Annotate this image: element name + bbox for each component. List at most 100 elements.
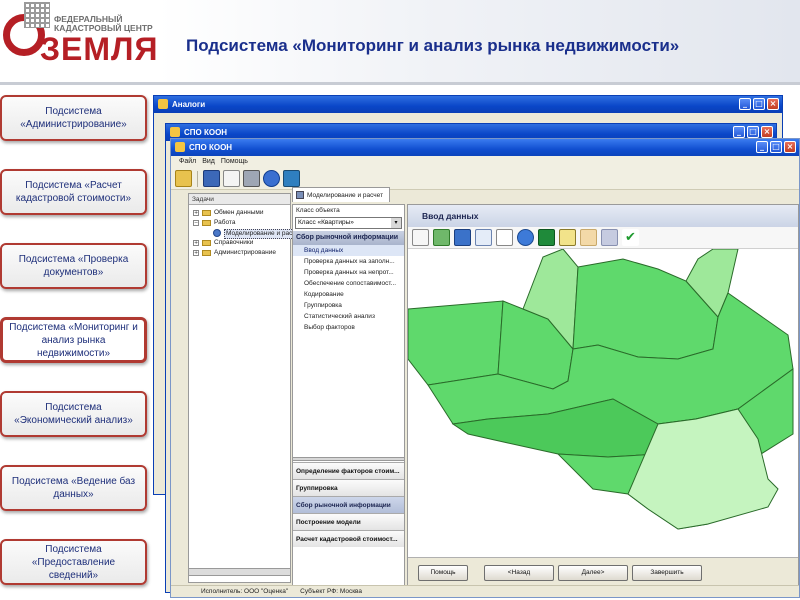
logo-brand: ЗЕМЛЯ [40, 31, 159, 67]
status-executor: Исполнитель: ООО "Оценка" [201, 588, 289, 595]
check-menu-icon[interactable] [433, 229, 450, 246]
step-factor-selection[interactable]: Выбор факторов [293, 322, 404, 333]
panel-splitter[interactable] [293, 457, 404, 461]
close-button[interactable]: × [784, 141, 796, 153]
print-icon[interactable] [243, 170, 260, 187]
class-select[interactable]: Класс «Квартиры» ▾ [295, 217, 402, 229]
window-analogs-titlebar: Аналоги _ □ × [154, 96, 782, 113]
export-icon[interactable] [580, 229, 597, 246]
folder-icon[interactable] [175, 170, 192, 187]
menu-help[interactable]: Помощь [221, 156, 248, 168]
app-icon [175, 142, 185, 152]
tree-item-modeling[interactable]: Моделирование и расч [189, 228, 298, 239]
tree-view-icon[interactable] [203, 170, 220, 187]
map-area[interactable] [407, 248, 798, 557]
minimize-button[interactable]: _ [756, 141, 768, 153]
section-header: Сбор рыночной информации [293, 231, 404, 245]
map-region-west[interactable] [407, 300, 504, 386]
wizard-bar: Помощь <Назад Далее> Завершить [408, 557, 798, 587]
window-controls: _ □ × [733, 126, 773, 138]
app-icon [158, 99, 168, 109]
maximize-button[interactable]: □ [753, 98, 765, 110]
expand-icon[interactable]: + [193, 210, 199, 216]
info-icon[interactable] [263, 170, 280, 187]
logo: ФЕДЕРАЛЬНЫЙ КАДАСТРОВЫЙ ЦЕНТР ЗЕМЛЯ [0, 0, 158, 75]
refresh-icon[interactable] [517, 229, 534, 246]
horizontal-scrollbar[interactable] [189, 568, 290, 576]
window-controls: _ □ × [739, 98, 779, 110]
step-grouping[interactable]: Группировка [293, 300, 404, 311]
apply-check-icon[interactable]: ✔ [622, 229, 639, 246]
back-button[interactable]: <Назад [484, 565, 554, 581]
minimize-button[interactable]: _ [739, 98, 751, 110]
district-map[interactable] [407, 248, 798, 557]
class-label: Класс объекта [296, 207, 340, 214]
page-menu-icon[interactable] [412, 229, 429, 246]
content-toolbar: ✔ [408, 227, 798, 249]
expand-icon[interactable]: + [193, 240, 199, 246]
maximize-button[interactable]: □ [770, 141, 782, 153]
menu-document-check[interactable]: Подсистема «Проверка документов» [0, 243, 147, 289]
menu-view[interactable]: Вид [202, 156, 215, 168]
help-button[interactable]: Помощь [418, 565, 468, 581]
menu-information-provision[interactable]: Подсистема «Предоставление сведений» [0, 539, 147, 585]
page-title: Подсистема «Мониторинг и анализ рынка не… [186, 36, 680, 55]
maximize-button[interactable]: □ [747, 126, 759, 138]
menu-cadastral-calculation[interactable]: Подсистема «Расчет кадастровой стоимости… [0, 169, 147, 215]
chevron-down-icon[interactable]: ▾ [391, 218, 401, 228]
tree-item-administration[interactable]: + Администрирование [189, 248, 290, 258]
blank-page-icon[interactable] [496, 229, 513, 246]
tree-item-label: Обмен данными [214, 209, 264, 216]
folder-open-icon [202, 220, 211, 226]
menu-administration[interactable]: Подсистема «Администрирование» [0, 95, 147, 141]
group-market-info[interactable]: Сбор рыночной информации [293, 496, 404, 513]
step-data-input[interactable]: Ввод данных [293, 245, 404, 256]
menu-database-maintenance[interactable]: Подсистема «Ведение баз данных» [0, 465, 147, 511]
class-select-value: Класс «Квартиры» [298, 219, 354, 226]
folder-icon [202, 240, 211, 246]
notes-icon[interactable] [559, 229, 576, 246]
group-grouping[interactable]: Группировка [293, 479, 404, 496]
step-statistical-analysis[interactable]: Статистический анализ [293, 311, 404, 322]
collapse-icon[interactable]: − [193, 220, 199, 226]
window-analogs-title: Аналоги [172, 100, 206, 109]
toolbar-separator [197, 170, 198, 187]
tree-item-references[interactable]: + Справочники [189, 238, 290, 248]
edit-icon[interactable] [475, 229, 492, 246]
group-cadastral-value[interactable]: Расчет кадастровой стоимост... [293, 530, 404, 547]
select-icon[interactable] [454, 229, 471, 246]
expand-icon[interactable]: + [193, 250, 199, 256]
window-spo-titlebar: СПО КООН _ □ × [171, 139, 799, 156]
next-button[interactable]: Далее> [558, 565, 628, 581]
finish-button[interactable]: Завершить [632, 565, 702, 581]
menu-market-monitoring[interactable]: Подсистема «Мониторинг и анализ рынка не… [0, 317, 147, 363]
step-check-completeness[interactable]: Проверка данных на заполн... [293, 256, 404, 267]
workflow-panel: Класс объекта Класс «Квартиры» ▾ Сбор ры… [292, 204, 405, 589]
group-model-building[interactable]: Построение модели [293, 513, 404, 530]
book-icon[interactable] [283, 170, 300, 187]
close-button[interactable]: × [761, 126, 773, 138]
window-spo-title: СПО КООН [189, 143, 233, 152]
tree-item-work[interactable]: − Работа [189, 218, 290, 228]
step-check-consistency[interactable]: Проверка данных на непрот... [293, 267, 404, 278]
tree-item-data-exchange[interactable]: + Обмен данными [189, 208, 290, 218]
tasks-panel: Задачи + Обмен данными − Работа Моделиро… [188, 193, 298, 583]
subsystem-menu: Подсистема «Администрирование» Подсистем… [0, 90, 152, 595]
save-icon[interactable] [601, 229, 618, 246]
content-title: Ввод данных [408, 205, 798, 227]
tree-item-label: Администрирование [214, 249, 276, 256]
menu-file[interactable]: Файл [179, 156, 196, 168]
close-button[interactable]: × [767, 98, 779, 110]
window-spo-back-title: СПО КООН [184, 128, 228, 137]
tab-document-icon [296, 191, 304, 199]
group-factor-definition[interactable]: Определение факторов стоим... [293, 462, 404, 479]
step-comparability[interactable]: Обеспечение сопоставимост... [293, 278, 404, 289]
excel-icon[interactable] [538, 229, 555, 246]
tree-item-label: Работа [214, 219, 236, 226]
status-subject: Субъект РФ: Москва [300, 588, 363, 595]
menu-economic-analysis[interactable]: Подсистема «Экономический анализ» [0, 391, 147, 437]
minimize-button[interactable]: _ [733, 126, 745, 138]
tab-modeling[interactable]: Моделирование и расчет [292, 187, 390, 202]
step-coding[interactable]: Кодирование [293, 289, 404, 300]
document-icon[interactable] [223, 170, 240, 187]
